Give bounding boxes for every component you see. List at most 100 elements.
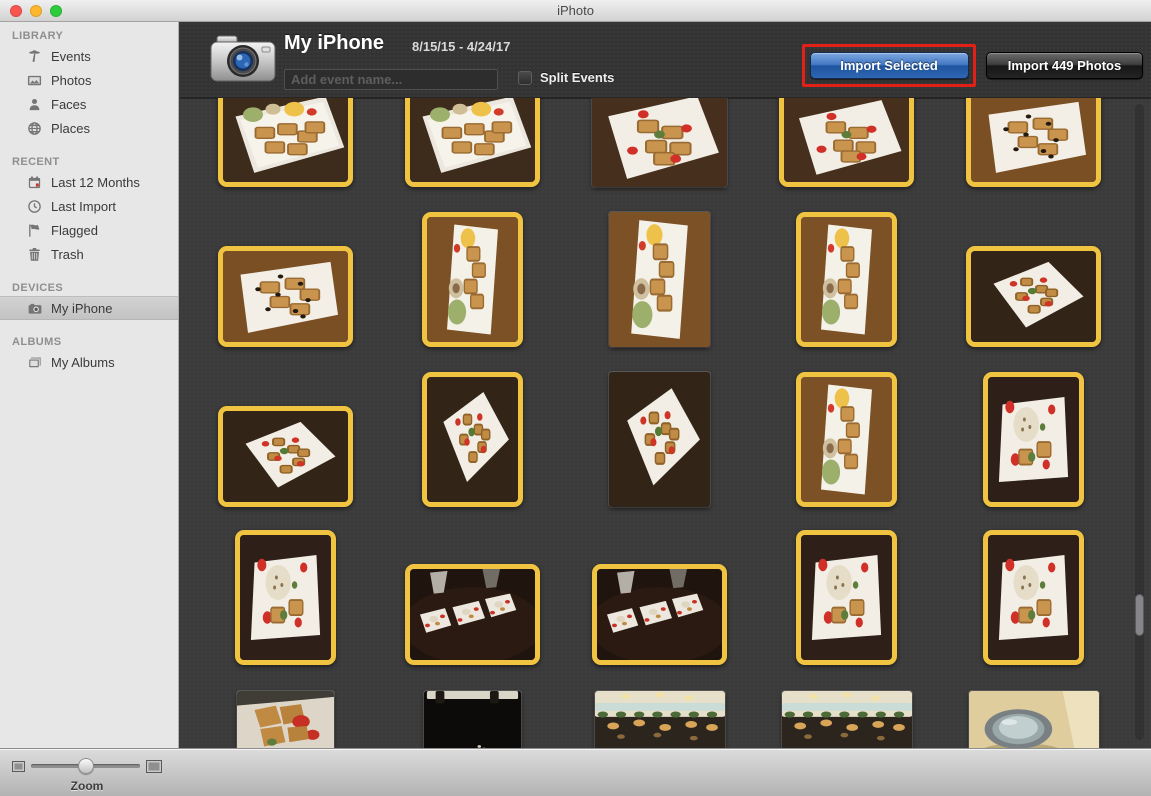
photo-cell xyxy=(940,691,1127,748)
sidebar-item-events[interactable]: Events xyxy=(0,44,178,68)
iphoto-window: iPhoto LIBRARY Events Photos Faces Places REC… xyxy=(0,0,1151,796)
sidebar-section-recent: RECENT Last 12 Months Last Import Flagged Tr… xyxy=(0,156,178,266)
device-camera-icon xyxy=(210,35,276,83)
date-range: 8/15/15 - 4/24/17 xyxy=(412,39,511,54)
close-button[interactable] xyxy=(10,5,22,17)
photo-cell xyxy=(753,507,940,665)
traffic-lights xyxy=(10,5,62,17)
photo-cell xyxy=(379,347,566,507)
photo-cell xyxy=(379,98,566,187)
photo-cell xyxy=(379,507,566,665)
photo-thumbnail-waffle-platter[interactable] xyxy=(218,98,353,187)
photo-cell xyxy=(940,187,1127,347)
scrollbar[interactable] xyxy=(1135,104,1144,740)
photo-thumbnail-waffle-blueberry[interactable] xyxy=(966,98,1101,187)
photo-cell xyxy=(566,98,753,187)
photo-thumbnail-waffle-icecream[interactable] xyxy=(796,372,897,507)
photo-thumbnail-waffle-icecream[interactable] xyxy=(422,212,523,347)
photo-thumbnail-waffle-blueberry[interactable] xyxy=(218,246,353,347)
photo-thumbnail-latte[interactable] xyxy=(968,691,1099,748)
photo-thumbnail-waffle-icecream[interactable] xyxy=(609,212,710,347)
globe-icon xyxy=(26,120,43,136)
sidebar: LIBRARY Events Photos Faces Places RECENT Last… xyxy=(0,22,179,748)
photo-cell xyxy=(566,187,753,347)
sidebar-item-label: Places xyxy=(51,120,91,136)
main-content: My iPhone 8/15/15 - 4/24/17 Split Events… xyxy=(180,22,1151,748)
photo-thumbnail-waffle-skewers[interactable] xyxy=(609,372,710,507)
photo-thumbnail-waffle-cream[interactable] xyxy=(235,530,336,665)
sidebar-item-my-albums[interactable]: My Albums xyxy=(0,350,178,374)
minimize-button[interactable] xyxy=(30,5,42,17)
photo-row xyxy=(192,187,1127,347)
zoom-slider-thumb[interactable] xyxy=(77,758,94,774)
photo-cell xyxy=(192,347,379,507)
photo-thumbnail-waffle-skewers[interactable] xyxy=(422,372,523,507)
sidebar-item-label: My Albums xyxy=(51,354,115,370)
photo-thumbnail-waffle-platter[interactable] xyxy=(405,98,540,187)
split-events-checkbox[interactable] xyxy=(518,71,532,85)
photo-thumbnail-three-plates[interactable] xyxy=(405,564,540,665)
photo-cell xyxy=(753,347,940,507)
sidebar-item-label: Last Import xyxy=(51,198,117,214)
sidebar-item-my-iphone[interactable]: My iPhone xyxy=(0,296,178,320)
person-icon xyxy=(26,96,43,112)
sidebar-section-albums: ALBUMS My Albums xyxy=(0,336,178,374)
photo-thumbnail-restaurant[interactable] xyxy=(594,691,725,748)
photo-icon xyxy=(26,72,43,88)
sidebar-item-label: Last 12 Months xyxy=(51,174,140,190)
sidebar-section-header: ALBUMS xyxy=(12,336,62,348)
photo-thumbnail-waffle-icecream[interactable] xyxy=(796,212,897,347)
photo-thumbnail-waffle-cream[interactable] xyxy=(983,530,1084,665)
photo-row xyxy=(192,665,1127,748)
sidebar-item-last-12-months[interactable]: Last 12 Months xyxy=(0,170,178,194)
photo-thumbnail-waffle-cream[interactable] xyxy=(983,372,1084,507)
sidebar-item-flagged[interactable]: Flagged xyxy=(0,218,178,242)
photo-thumbnail-waffle-berries[interactable] xyxy=(779,98,914,187)
photo-thumbnail-three-plates[interactable] xyxy=(592,564,727,665)
split-events-label: Split Events xyxy=(540,70,615,85)
import-header: My iPhone 8/15/15 - 4/24/17 Split Events… xyxy=(180,22,1151,98)
photo-thumbnail-waffle-skewers[interactable] xyxy=(218,406,353,507)
photo-thumbnail-restaurant[interactable] xyxy=(781,691,912,748)
photo-cell xyxy=(940,507,1127,665)
zoom-slider[interactable] xyxy=(31,758,140,774)
photo-row xyxy=(192,347,1127,507)
sidebar-item-label: Flagged xyxy=(51,222,98,238)
photo-row xyxy=(192,98,1127,187)
sidebar-item-faces[interactable]: Faces xyxy=(0,92,178,116)
sidebar-section-header: LIBRARY xyxy=(12,30,64,42)
sidebar-item-label: My iPhone xyxy=(51,300,113,316)
photo-cell xyxy=(566,691,753,748)
device-title: My iPhone xyxy=(284,32,385,54)
photo-cell xyxy=(753,98,940,187)
zoom-window-button[interactable] xyxy=(50,5,62,17)
sidebar-item-label: Photos xyxy=(51,72,92,88)
scrollbar-thumb[interactable] xyxy=(1135,594,1144,636)
sidebar-item-photos[interactable]: Photos xyxy=(0,68,178,92)
photo-thumbnail-waffle-cream[interactable] xyxy=(796,530,897,665)
sidebar-item-trash[interactable]: Trash xyxy=(0,242,178,266)
zoom-label: Zoom xyxy=(70,779,104,793)
photo-thumbnail-dark-interior[interactable] xyxy=(424,691,521,748)
annotation-red-box: Import Selected xyxy=(802,44,976,87)
clock-icon xyxy=(26,198,43,214)
calendar-icon xyxy=(26,174,43,190)
photo-cell xyxy=(192,187,379,347)
sidebar-section-header: RECENT xyxy=(12,156,60,168)
import-all-button[interactable]: Import 449 Photos xyxy=(986,52,1143,79)
sidebar-item-label: Trash xyxy=(51,246,84,262)
photo-cell xyxy=(753,691,940,748)
photo-cell xyxy=(192,691,379,748)
photo-small-icon[interactable] xyxy=(12,760,25,772)
photo-cell xyxy=(379,187,566,347)
photo-thumbnail-waffle-berries[interactable] xyxy=(592,98,727,187)
import-selected-button[interactable]: Import Selected xyxy=(809,52,969,79)
photo-large-icon[interactable] xyxy=(146,759,162,773)
flag-icon xyxy=(26,222,43,238)
sidebar-item-places[interactable]: Places xyxy=(0,116,178,140)
photo-thumbnail-waffle-closeup[interactable] xyxy=(237,691,334,748)
photo-thumbnail-waffle-skewers[interactable] xyxy=(966,246,1101,347)
photo-grid xyxy=(180,98,1151,748)
event-name-input[interactable] xyxy=(284,69,498,90)
sidebar-item-last-import[interactable]: Last Import xyxy=(0,194,178,218)
